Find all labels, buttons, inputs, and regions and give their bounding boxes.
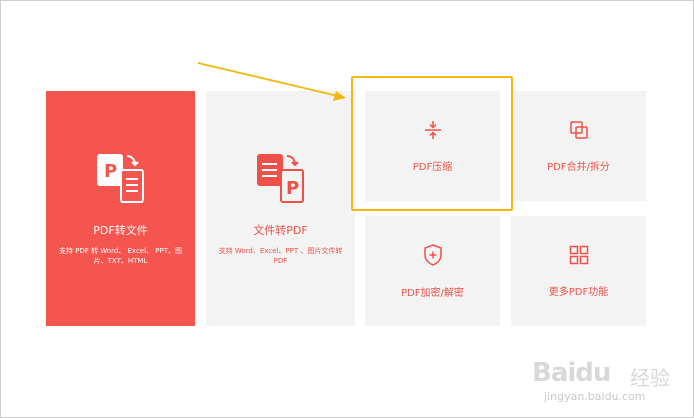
watermark-logo: Baidu (532, 358, 611, 388)
baidu-watermark: Baidu 经验 jingyan.baidu.com (528, 350, 688, 412)
watermark-url: jingyan.baidu.com (544, 390, 646, 403)
watermark-logo-suffix: 经验 (630, 366, 670, 390)
